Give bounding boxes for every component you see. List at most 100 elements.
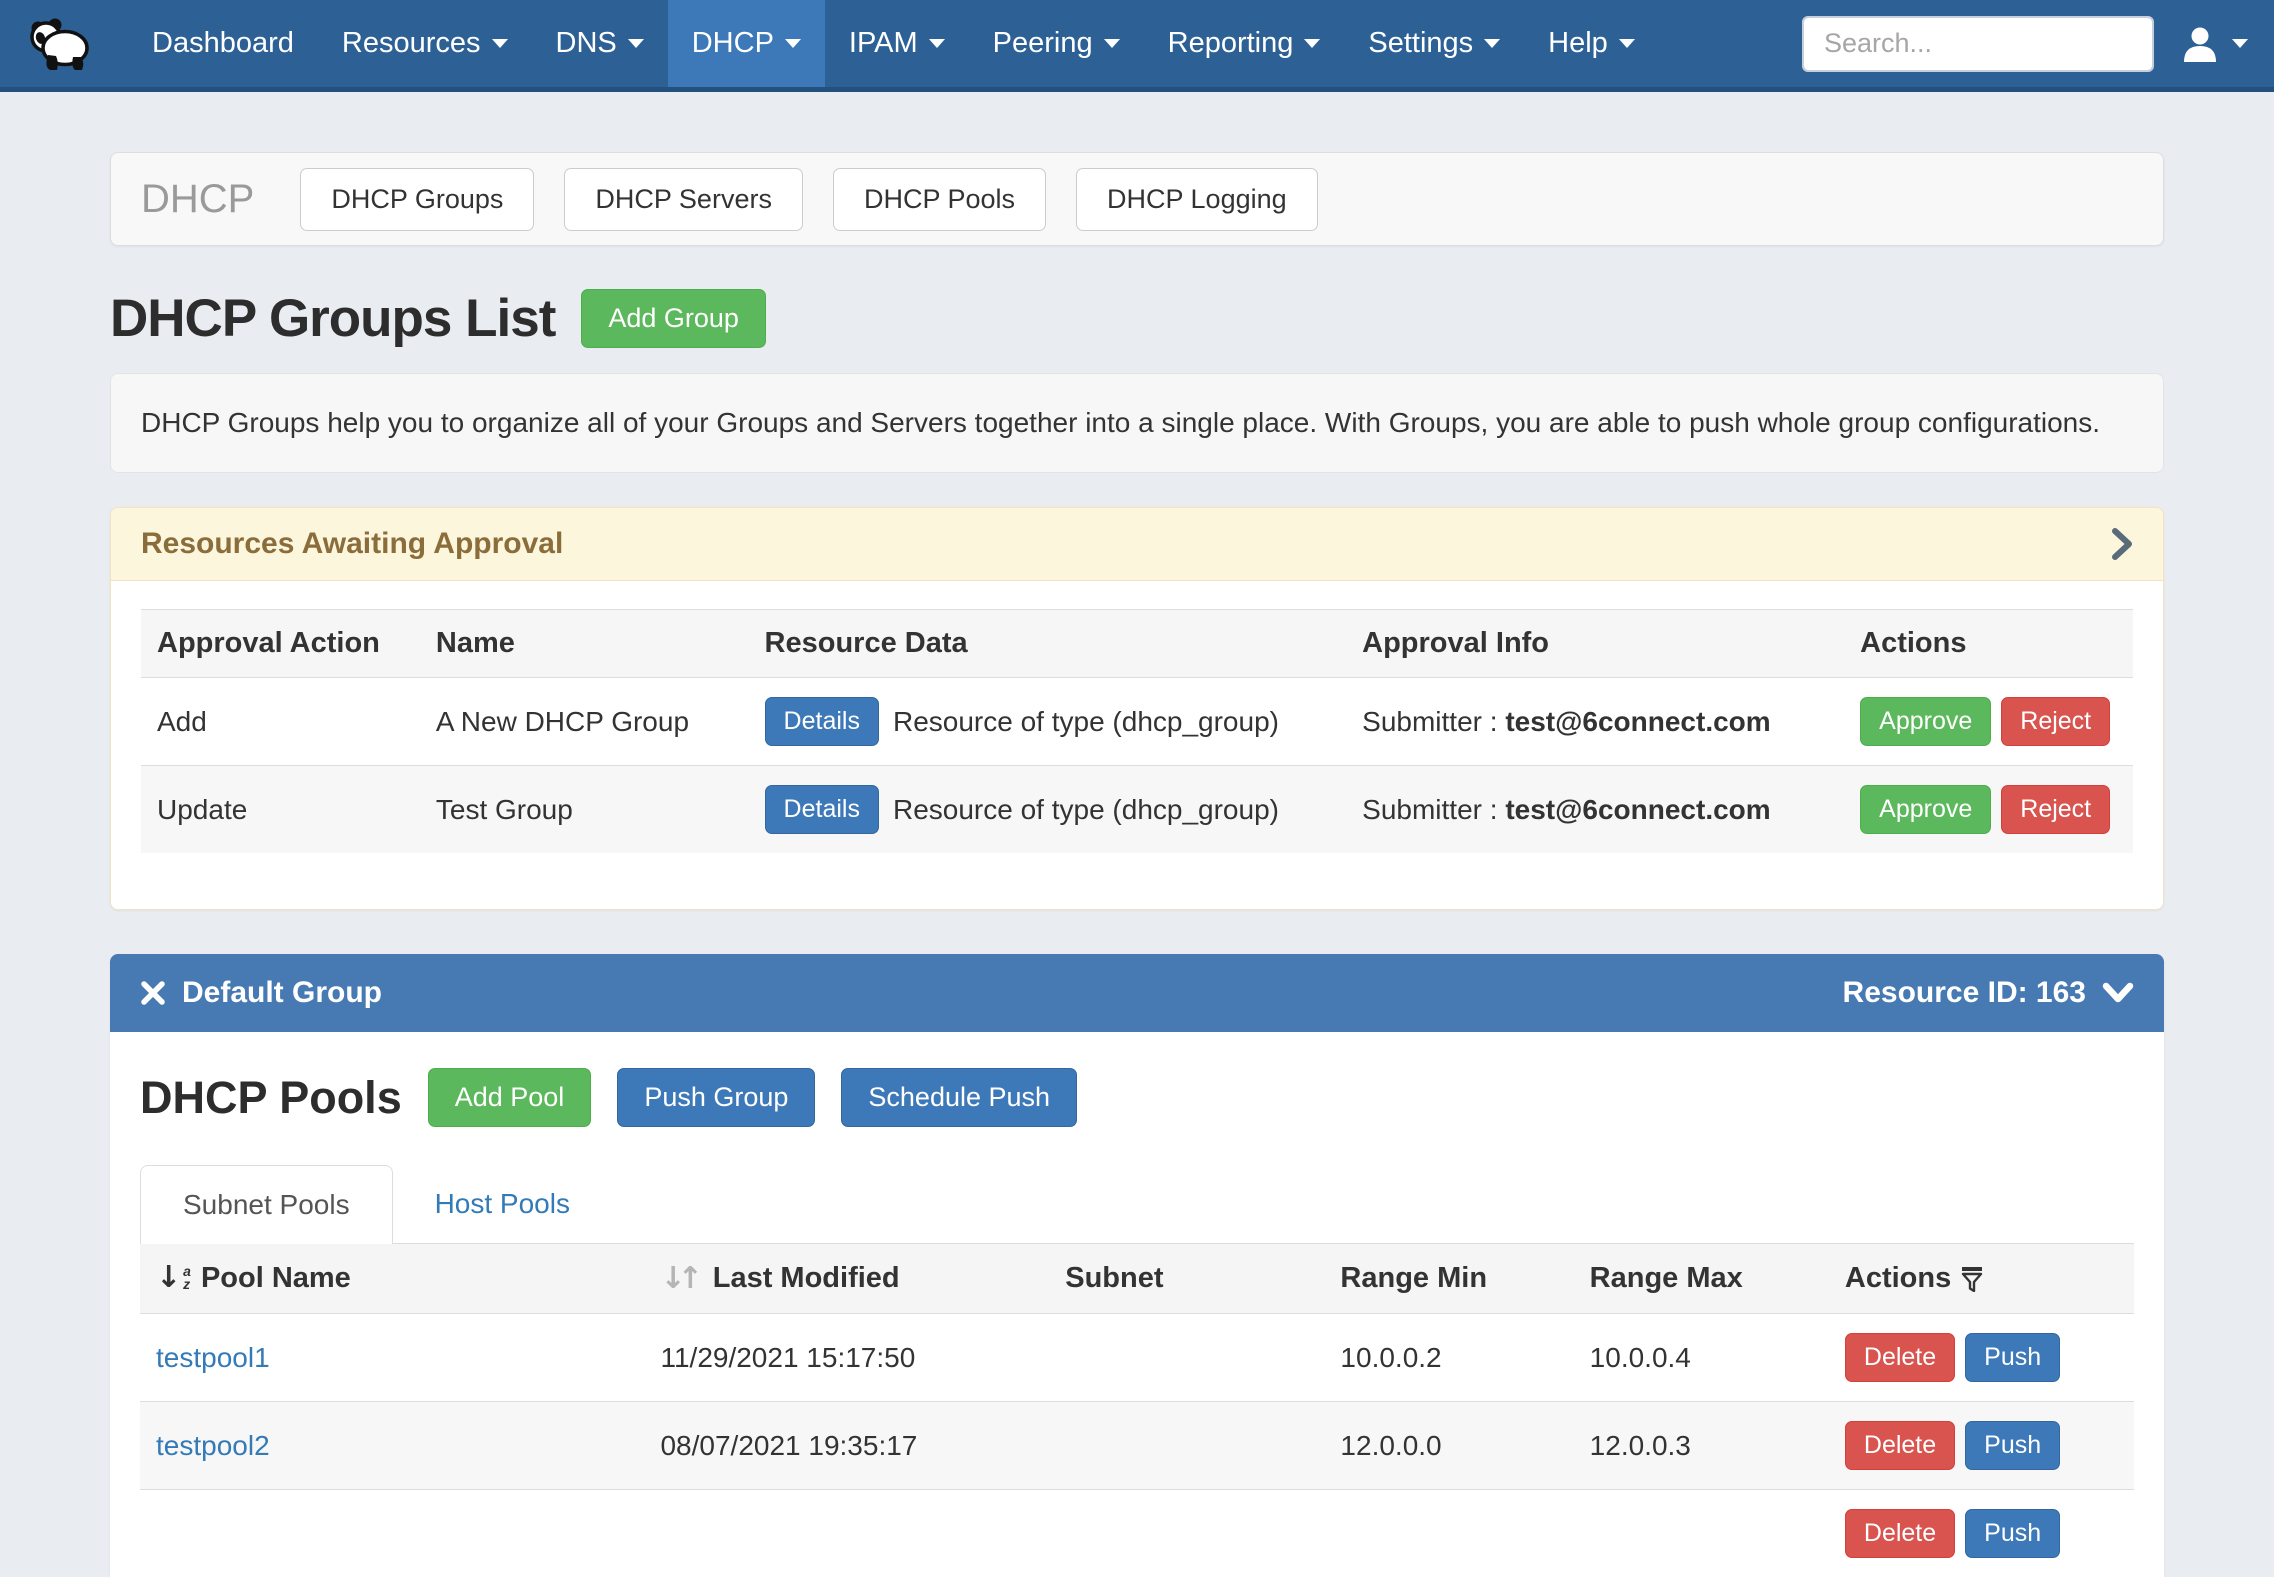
pool-name-link[interactable]: testpool2: [156, 1430, 270, 1461]
nav-item-dns[interactable]: DNS: [532, 0, 668, 87]
chevron-down-icon: [929, 39, 945, 48]
chevron-down-icon: [492, 39, 508, 48]
col-range-min[interactable]: Range Min: [1324, 1244, 1573, 1314]
subnet-cell: [1049, 1490, 1324, 1577]
approve-button[interactable]: Approve: [1860, 697, 1991, 746]
nav-items: Dashboard Resources DNS DHCP IPAM Peerin…: [128, 0, 1659, 87]
top-navbar: Dashboard Resources DNS DHCP IPAM Peerin…: [0, 0, 2274, 92]
title-row: DHCP Groups List Add Group: [110, 288, 2164, 349]
dhcp-pools-button[interactable]: DHCP Pools: [833, 168, 1046, 231]
delete-button[interactable]: Delete: [1845, 1421, 1955, 1470]
range-min-cell: [1324, 1490, 1573, 1577]
nav-item-help[interactable]: Help: [1524, 0, 1659, 87]
delete-button[interactable]: Delete: [1845, 1333, 1955, 1382]
col-pool-name[interactable]: ↓ az Pool Name: [140, 1244, 644, 1314]
approval-panel-body: Approval Action Name Resource Data Appro…: [111, 581, 2163, 909]
range-min-cell: 10.0.0.2: [1324, 1314, 1573, 1402]
page-title: DHCP Groups List: [110, 288, 555, 349]
details-button[interactable]: Details: [765, 697, 879, 746]
nav-item-label: IPAM: [849, 27, 918, 60]
nav-item-reporting[interactable]: Reporting: [1144, 0, 1345, 87]
delete-button[interactable]: Delete: [1845, 1509, 1955, 1558]
range-max-cell: 10.0.0.4: [1574, 1314, 1829, 1402]
col-range-max[interactable]: Range Max: [1574, 1244, 1829, 1314]
resource-data-text: Resource of type (dhcp_group): [893, 706, 1279, 738]
approve-button[interactable]: Approve: [1860, 785, 1991, 834]
col-resource-data: Resource Data: [749, 610, 1347, 678]
approval-table: Approval Action Name Resource Data Appro…: [141, 609, 2133, 853]
range-max-cell: 12.0.0.3: [1574, 1402, 1829, 1490]
col-approval-info: Approval Info: [1346, 610, 1844, 678]
last-modified-cell: 11/29/2021 15:17:50: [644, 1314, 1049, 1402]
table-row: testpool2 08/07/2021 19:35:17 12.0.0.0 1…: [140, 1402, 2134, 1490]
add-pool-button[interactable]: Add Pool: [428, 1068, 592, 1127]
dhcp-section-toolbar: DHCP DHCP Groups DHCP Servers DHCP Pools…: [110, 152, 2164, 246]
col-last-modified[interactable]: ↓↑ Last Modified: [644, 1244, 1049, 1314]
push-button[interactable]: Push: [1965, 1509, 2060, 1558]
sort-alpha-icon: ↓ az: [156, 1263, 191, 1293]
chevron-down-icon: [1484, 39, 1500, 48]
schedule-push-button[interactable]: Schedule Push: [841, 1068, 1077, 1127]
user-menu[interactable]: [2174, 24, 2248, 64]
tab-subnet-pools[interactable]: Subnet Pools: [140, 1165, 393, 1244]
submitter-label: Submitter :: [1362, 794, 1497, 825]
chevron-right-icon[interactable]: [2111, 527, 2133, 561]
filter-icon[interactable]: [1961, 1266, 1983, 1292]
description-panel: DHCP Groups help you to organize all of …: [110, 373, 2164, 473]
dhcp-servers-button[interactable]: DHCP Servers: [564, 168, 803, 231]
reject-button[interactable]: Reject: [2001, 697, 2110, 746]
chevron-down-icon[interactable]: [2102, 982, 2134, 1004]
details-button[interactable]: Details: [765, 785, 879, 834]
nav-item-peering[interactable]: Peering: [969, 0, 1144, 87]
nav-item-label: DHCP: [692, 27, 774, 60]
approval-panel-header[interactable]: Resources Awaiting Approval: [111, 508, 2163, 581]
col-label: Actions: [1845, 1262, 1951, 1295]
approval-name-cell: A New DHCP Group: [420, 678, 749, 766]
close-icon[interactable]: [140, 980, 166, 1006]
pool-name-link[interactable]: testpool1: [156, 1342, 270, 1373]
resource-data-text: Resource of type (dhcp_group): [893, 794, 1279, 826]
search-group: [1802, 16, 2154, 72]
subnet-cell: [1049, 1402, 1324, 1490]
brand-logo[interactable]: [14, 0, 100, 87]
dhcp-logging-button[interactable]: DHCP Logging: [1076, 168, 1318, 231]
nav-item-dashboard[interactable]: Dashboard: [128, 0, 318, 87]
group-title: Default Group: [182, 976, 382, 1010]
default-group-panel: Default Group Resource ID: 163 DHCP Pool…: [110, 954, 2164, 1577]
nav-item-resources[interactable]: Resources: [318, 0, 532, 87]
table-row: Update Test Group Details Resource of ty…: [141, 766, 2133, 854]
push-group-button[interactable]: Push Group: [617, 1068, 815, 1127]
nav-item-label: Resources: [342, 27, 481, 60]
resource-id-badge: Resource ID: 163: [1843, 976, 2086, 1010]
nav-item-settings[interactable]: Settings: [1344, 0, 1524, 87]
push-button[interactable]: Push: [1965, 1421, 2060, 1470]
description-text: DHCP Groups help you to organize all of …: [141, 407, 2100, 438]
nav-item-label: Dashboard: [152, 27, 294, 60]
col-label: Last Modified: [713, 1262, 900, 1295]
col-actions: Actions: [1844, 610, 2133, 678]
dhcp-groups-button[interactable]: DHCP Groups: [300, 168, 534, 231]
panda-logo-icon: [24, 15, 90, 73]
chevron-down-icon: [1304, 39, 1320, 48]
pools-title: DHCP Pools: [140, 1072, 402, 1124]
default-group-header: Default Group Resource ID: 163: [110, 954, 2164, 1032]
nav-item-label: Settings: [1368, 27, 1473, 60]
col-subnet[interactable]: Subnet: [1049, 1244, 1324, 1314]
tab-host-pools[interactable]: Host Pools: [393, 1165, 612, 1243]
user-icon: [2180, 24, 2220, 64]
reject-button[interactable]: Reject: [2001, 785, 2110, 834]
submitter-label: Submitter :: [1362, 706, 1497, 737]
nav-item-label: DNS: [556, 27, 617, 60]
push-button[interactable]: Push: [1965, 1333, 2060, 1382]
search-input[interactable]: [1804, 18, 2154, 70]
add-group-button[interactable]: Add Group: [581, 289, 766, 348]
pools-table: ↓ az Pool Name ↓↑ Last Modified: [140, 1243, 2134, 1577]
approval-panel-title: Resources Awaiting Approval: [141, 527, 563, 561]
nav-item-label: Peering: [993, 27, 1093, 60]
approval-action-cell: Update: [141, 766, 420, 854]
nav-item-ipam[interactable]: IPAM: [825, 0, 969, 87]
nav-item-dhcp[interactable]: DHCP: [668, 0, 825, 87]
default-group-body: DHCP Pools Add Pool Push Group Schedule …: [110, 1032, 2164, 1577]
pools-table-header-row: ↓ az Pool Name ↓↑ Last Modified: [140, 1244, 2134, 1314]
col-name: Name: [420, 610, 749, 678]
